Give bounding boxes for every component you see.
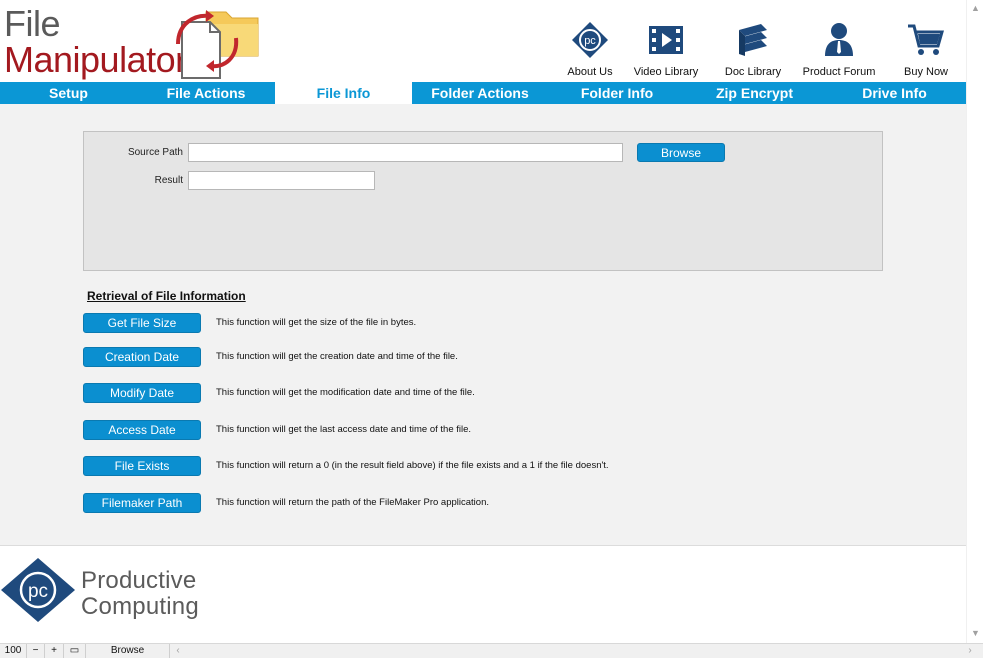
mode-indicator[interactable]: Browse [86, 644, 170, 658]
function-description: This function will get the creation date… [216, 351, 458, 362]
function-description: This function will get the size of the f… [216, 317, 417, 328]
function-description: This function will return a 0 (in the re… [216, 460, 609, 471]
browse-button[interactable]: Browse [637, 143, 725, 162]
source-path-field[interactable] [188, 143, 623, 162]
function-description: This function will get the modification … [216, 387, 475, 398]
books-icon [739, 24, 767, 56]
zoom-level[interactable]: 100 [0, 644, 27, 658]
status-bar: 100 − + ▭ Browse ‹ › [0, 643, 983, 658]
access-date-button[interactable]: Access Date [83, 420, 201, 440]
main-tab-bar: Setup File Actions File Info Folder Acti… [0, 82, 966, 104]
app-window: File Manipulator pc About Us Video Libra… [0, 0, 983, 658]
topnav-label: About Us [567, 66, 613, 78]
folder-document-icon [176, 10, 259, 79]
function-row: Creation Date This function will get the… [83, 347, 683, 367]
topnav-label: Video Library [633, 66, 699, 78]
function-description: This function will return the path of th… [216, 497, 489, 508]
section-title: Retrieval of File Information [87, 289, 246, 303]
top-nav: pc About Us Video Library Doc Library Pr… [548, 20, 968, 80]
source-path-label: Source Path [127, 147, 183, 158]
file-info-panel: Source Path Browse Result Retrieval of F… [0, 104, 966, 546]
pc-diamond-icon: pc [1, 558, 75, 622]
svg-text:pc: pc [584, 35, 596, 47]
creation-date-button[interactable]: Creation Date [83, 347, 201, 367]
productive-computing-logo: pc Productive Computing [0, 557, 240, 623]
function-row: Modify Date This function will get the m… [83, 383, 683, 403]
input-box: Source Path Browse Result [83, 131, 883, 271]
pc-logo-line2: Computing [81, 593, 199, 620]
filemaker-path-button[interactable]: Filemaker Path [83, 493, 201, 513]
logo-line1: File [4, 3, 61, 44]
tab-folder-info[interactable]: Folder Info [548, 82, 686, 104]
result-label: Result [154, 175, 183, 186]
toolbar-toggle-icon[interactable]: ▭ [64, 644, 86, 658]
function-row: Filemaker Path This function will return… [83, 493, 683, 513]
topnav-label: Product Forum [802, 66, 876, 78]
cart-icon [908, 24, 944, 55]
topnav-label: Doc Library [724, 66, 782, 78]
function-description: This function will get the last access d… [216, 424, 472, 435]
topnav-label: Buy Now [903, 66, 949, 78]
modify-date-button[interactable]: Modify Date [83, 383, 201, 403]
topnav-video-library[interactable]: Video Library [624, 20, 708, 80]
svg-text:pc: pc [28, 581, 48, 602]
topnav-buy-now[interactable]: Buy Now [884, 20, 968, 80]
logo-line2: Manipulator [4, 39, 187, 80]
scroll-up-icon[interactable]: ▲ [971, 3, 980, 13]
scroll-down-icon[interactable]: ▼ [971, 628, 980, 638]
function-row: Get File Size This function will get the… [83, 313, 683, 333]
tab-file-actions[interactable]: File Actions [137, 82, 275, 104]
topnav-product-forum[interactable]: Product Forum [797, 20, 881, 80]
tab-drive-info[interactable]: Drive Info [823, 82, 966, 104]
function-row: File Exists This function will return a … [83, 456, 683, 476]
file-manipulator-logo: File Manipulator [4, 4, 264, 80]
person-icon [825, 23, 853, 56]
tab-setup[interactable]: Setup [0, 82, 137, 104]
zoom-in-icon[interactable]: + [45, 644, 64, 658]
tab-zip-encrypt[interactable]: Zip Encrypt [686, 82, 823, 104]
scroll-right-icon[interactable]: › [962, 644, 978, 658]
film-icon [649, 26, 683, 54]
pc-logo-icon: pc [572, 22, 608, 58]
scroll-left-icon[interactable]: ‹ [170, 644, 186, 658]
result-field[interactable] [188, 171, 375, 190]
file-exists-button[interactable]: File Exists [83, 456, 201, 476]
tab-file-info[interactable]: File Info [275, 82, 412, 104]
get-file-size-button[interactable]: Get File Size [83, 313, 201, 333]
vertical-scrollbar[interactable]: ▲ ▼ [966, 0, 983, 643]
tab-folder-actions[interactable]: Folder Actions [412, 82, 548, 104]
topnav-doc-library[interactable]: Doc Library [711, 20, 795, 80]
function-row: Access Date This function will get the l… [83, 420, 683, 440]
zoom-out-icon[interactable]: − [27, 644, 45, 658]
pc-logo-line1: Productive [81, 567, 197, 594]
topnav-about-us[interactable]: pc About Us [548, 20, 632, 80]
